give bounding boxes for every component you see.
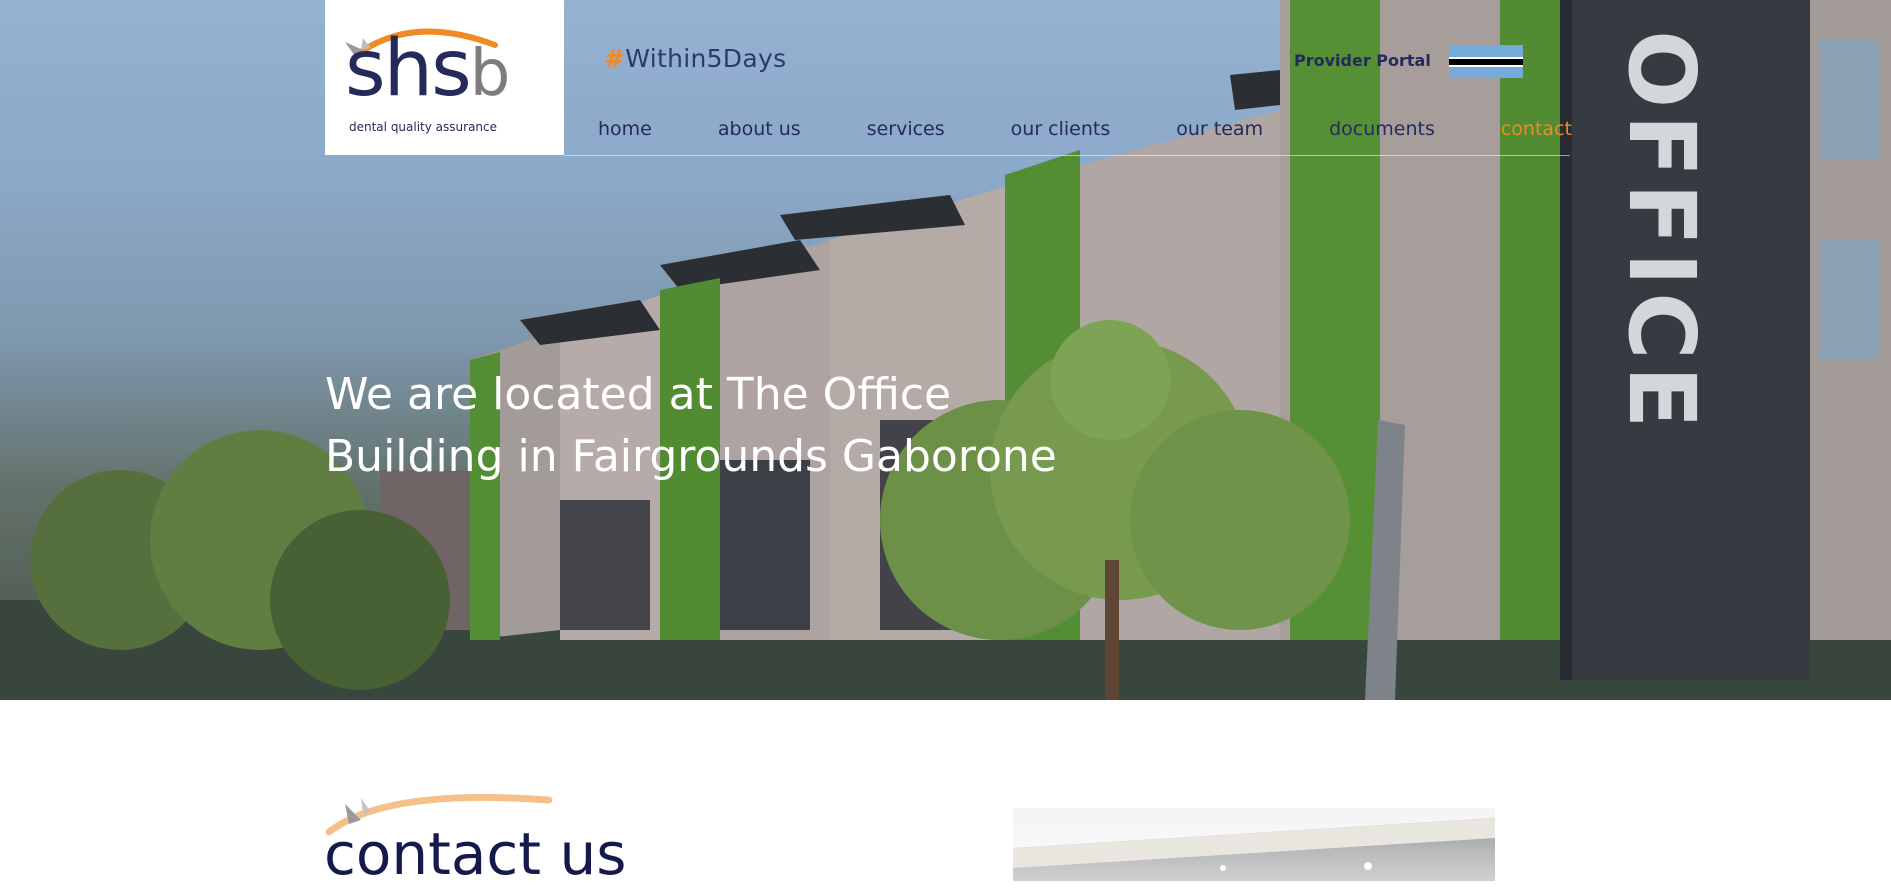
office-interior-image xyxy=(1013,808,1495,881)
hero-title: We are located at The Office Building in… xyxy=(325,369,1057,482)
site-logo[interactable]: shsb dental quality assurance xyxy=(325,0,564,155)
nav-item-about-us[interactable]: about us xyxy=(718,118,801,140)
main-nav: home about us services our clients our t… xyxy=(598,118,1572,140)
hashtag-symbol: # xyxy=(604,44,626,73)
nav-item-our-team[interactable]: our team xyxy=(1176,118,1263,140)
hashtag-within-5-days: #Within5Days xyxy=(604,44,786,73)
nav-item-documents[interactable]: documents xyxy=(1329,118,1435,140)
hero-overlay xyxy=(0,0,1891,700)
contact-section-title: contact us xyxy=(324,820,627,888)
hero-banner: OFFICE xyxy=(0,0,1891,700)
nav-item-home[interactable]: home xyxy=(598,118,652,140)
provider-portal-link[interactable]: Provider Portal xyxy=(1294,51,1431,70)
botswana-flag-icon[interactable] xyxy=(1449,45,1523,78)
logo-tagline: dental quality assurance xyxy=(349,120,498,134)
nav-item-our-clients[interactable]: our clients xyxy=(1011,118,1111,140)
flag-white-stripe xyxy=(1449,65,1523,67)
nav-item-contact[interactable]: contact xyxy=(1501,118,1572,140)
nav-item-services[interactable]: services xyxy=(867,118,945,140)
nav-divider xyxy=(564,155,1570,156)
hashtag-text: Within5Days xyxy=(625,44,787,73)
office-interior-illustration xyxy=(1013,808,1495,871)
logo-letter-b: b xyxy=(469,37,511,111)
logo-wordmark: shsb xyxy=(345,24,511,114)
